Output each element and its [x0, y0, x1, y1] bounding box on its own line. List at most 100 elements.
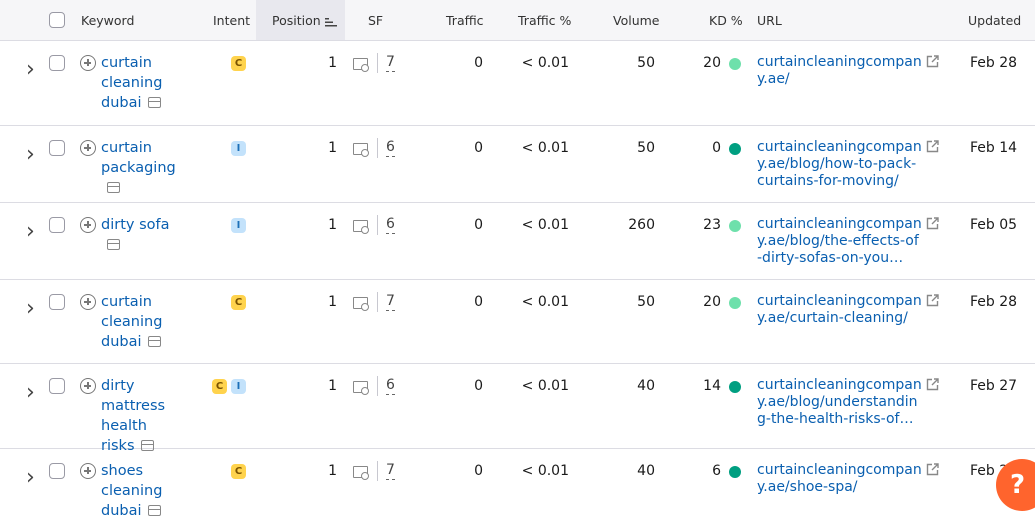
row-checkbox[interactable]: [49, 294, 65, 310]
kd-indicator: [729, 58, 741, 70]
position-value: 1: [328, 378, 337, 394]
intent-badge: C: [231, 464, 246, 479]
volume-value: 50: [637, 55, 655, 71]
external-link-icon[interactable]: [926, 294, 939, 307]
intent-badges: C: [231, 56, 246, 71]
external-link-icon[interactable]: [926, 463, 939, 476]
keyword-link[interactable]: shoes cleaning dubai: [101, 461, 181, 521]
serp-features-count[interactable]: 6: [386, 377, 395, 395]
serp-preview-icon[interactable]: [147, 336, 161, 347]
keyword-link[interactable]: curtain cleaning dubai: [101, 53, 181, 113]
add-keyword-icon[interactable]: [80, 463, 96, 479]
traffic-pct-value: < 0.01: [521, 55, 569, 71]
col-intent[interactable]: Intent: [213, 13, 250, 28]
col-traffic[interactable]: Traffic: [446, 13, 484, 28]
updated-date: Feb 14: [970, 140, 1018, 156]
traffic-value: 0: [474, 217, 483, 233]
url-link[interactable]: curtaincleaningcompany.ae/blog/understan…: [757, 377, 922, 428]
expand-chevron-icon[interactable]: ›: [26, 298, 35, 320]
add-keyword-icon[interactable]: [80, 55, 96, 71]
keyword-word: dirty: [101, 378, 135, 394]
row-checkbox[interactable]: [49, 463, 65, 479]
kd-value: 14: [703, 378, 721, 394]
traffic-pct-value: < 0.01: [521, 140, 569, 156]
external-link-icon[interactable]: [926, 55, 939, 68]
serp-features-count[interactable]: 6: [386, 139, 395, 157]
traffic-pct-value: < 0.01: [521, 463, 569, 479]
url-link[interactable]: curtaincleaningcompany.ae/blog/the-effec…: [757, 216, 922, 267]
sf-divider: [377, 53, 378, 73]
sf-divider: [377, 215, 378, 235]
sf-divider: [377, 138, 378, 158]
external-link-icon[interactable]: [926, 140, 939, 153]
row-checkbox[interactable]: [49, 55, 65, 71]
updated-date: Feb 27: [970, 378, 1018, 394]
expand-chevron-icon[interactable]: ›: [26, 144, 35, 166]
add-keyword-icon[interactable]: [80, 294, 96, 310]
keyword-link[interactable]: dirty sofa: [101, 215, 181, 255]
row-checkbox[interactable]: [49, 217, 65, 233]
updated-date: Feb 28: [970, 294, 1018, 310]
traffic-value: 0: [474, 294, 483, 310]
serp-features-count[interactable]: 6: [386, 216, 395, 234]
url-link[interactable]: curtaincleaningcompany.ae/: [757, 54, 922, 88]
keyword-word: curtain: [101, 140, 152, 156]
row-checkbox[interactable]: [49, 140, 65, 156]
col-updated[interactable]: Updated: [968, 13, 1021, 28]
add-keyword-icon[interactable]: [80, 140, 96, 156]
position-value: 1: [328, 463, 337, 479]
col-volume[interactable]: Volume: [613, 13, 660, 28]
table-row: › dirty mattress health risks C I 1 6 0 < 0.01 40 1…: [0, 364, 1035, 454]
serp-preview-icon[interactable]: [147, 505, 161, 516]
external-link-icon[interactable]: [926, 217, 939, 230]
col-sf[interactable]: SF: [368, 13, 383, 28]
table-row: › curtain packaging I 1 6 0 < 0.01 50 0 curtaincle…: [0, 126, 1035, 203]
col-position[interactable]: Position: [272, 13, 337, 28]
sort-desc-icon: [324, 17, 337, 26]
position-value: 1: [328, 140, 337, 156]
url-link[interactable]: curtaincleaningcompany.ae/shoe-spa/: [757, 462, 922, 496]
serp-features-icon[interactable]: [353, 297, 369, 311]
keyword-word: cleaning: [101, 75, 163, 91]
keywords-table: Keyword Intent Position SF Traffic Traff…: [0, 0, 1035, 529]
serp-features-icon[interactable]: [353, 220, 369, 234]
serp-features-count[interactable]: 7: [386, 293, 395, 311]
expand-chevron-icon[interactable]: ›: [26, 467, 35, 489]
serp-preview-icon[interactable]: [107, 239, 120, 250]
serp-features-count[interactable]: 7: [386, 462, 395, 480]
col-keyword[interactable]: Keyword: [81, 13, 134, 28]
intent-badges: C: [231, 464, 246, 479]
intent-badges: C: [231, 295, 246, 310]
col-traffic-pct[interactable]: Traffic %: [518, 13, 571, 28]
serp-features-icon[interactable]: [353, 143, 369, 157]
add-keyword-icon[interactable]: [80, 378, 96, 394]
traffic-pct-value: < 0.01: [521, 378, 569, 394]
keyword-link[interactable]: curtain packaging: [101, 138, 181, 198]
select-all-checkbox[interactable]: [49, 12, 65, 28]
keyword-word: curtain: [101, 294, 152, 310]
keyword-link[interactable]: dirty mattress health risks: [101, 376, 181, 456]
serp-features-icon[interactable]: [353, 58, 369, 72]
kd-value: 23: [703, 217, 721, 233]
serp-features-count[interactable]: 7: [386, 54, 395, 72]
expand-chevron-icon[interactable]: ›: [26, 59, 35, 81]
keyword-link[interactable]: curtain cleaning dubai: [101, 292, 181, 352]
col-url[interactable]: URL: [757, 13, 782, 28]
serp-features-icon[interactable]: [353, 466, 369, 480]
expand-chevron-icon[interactable]: ›: [26, 382, 35, 404]
row-checkbox[interactable]: [49, 378, 65, 394]
serp-features-icon[interactable]: [353, 381, 369, 395]
url-link[interactable]: curtaincleaningcompany.ae/curtain-cleani…: [757, 293, 922, 327]
keyword-word: mattress: [101, 398, 166, 414]
volume-value: 50: [637, 140, 655, 156]
expand-chevron-icon[interactable]: ›: [26, 221, 35, 243]
external-link-icon[interactable]: [926, 378, 939, 391]
table-row: › shoes cleaning dubai C 1 7 0 < 0.01 40 6 curtainc…: [0, 449, 1035, 529]
intent-badge: I: [231, 141, 246, 156]
serp-preview-icon[interactable]: [107, 182, 120, 193]
url-link[interactable]: curtaincleaningcompany.ae/blog/how-to-pa…: [757, 139, 922, 190]
kd-value: 20: [703, 294, 721, 310]
col-kd[interactable]: KD %: [709, 13, 743, 28]
add-keyword-icon[interactable]: [80, 217, 96, 233]
serp-preview-icon[interactable]: [147, 97, 161, 108]
